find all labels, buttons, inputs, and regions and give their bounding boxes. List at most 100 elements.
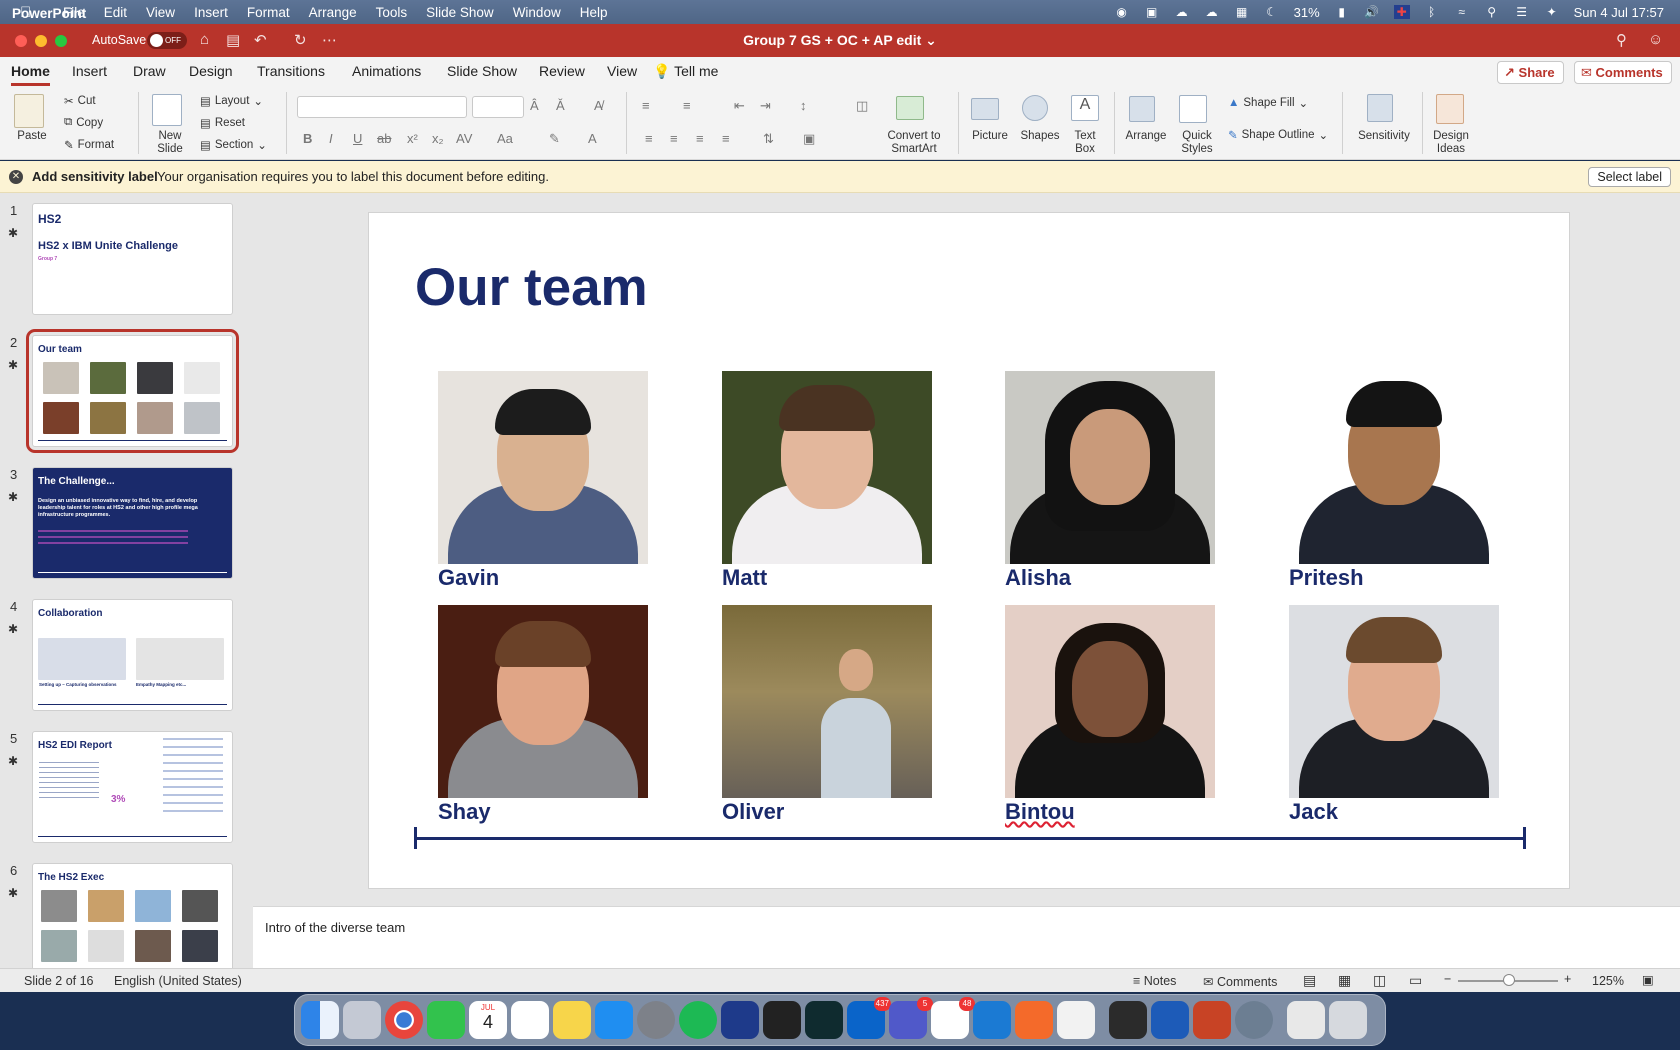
member-name[interactable]: Bintou (1005, 799, 1075, 825)
italic-icon[interactable]: I (329, 131, 333, 146)
slide-thumbnail-5[interactable]: HS2 EDI Report 3% (32, 731, 233, 843)
change-case-icon[interactable]: Aa (497, 131, 513, 146)
volume-icon[interactable]: 🔊 (1364, 5, 1380, 19)
menu-edit[interactable]: Edit (104, 5, 127, 20)
tell-me-button[interactable]: 💡 Tell me (653, 63, 718, 80)
member-name[interactable]: Shay (438, 799, 491, 825)
calendar-icon[interactable]: JUL 4 (469, 1001, 507, 1039)
paste-button[interactable]: Paste (14, 130, 50, 143)
chrome-status-icon[interactable]: ◉ (1114, 5, 1130, 19)
new-slide-icon[interactable] (152, 94, 182, 126)
spotify-icon[interactable] (679, 1001, 717, 1039)
text-box-button[interactable]: Text Box (1065, 130, 1105, 156)
slide-thumbnail-6[interactable]: The HS2 Exec (32, 863, 233, 968)
arrange-button[interactable]: Arrange (1120, 130, 1172, 143)
outlook-icon[interactable]: 437 (847, 997, 891, 1039)
align-right-icon[interactable]: ≡ (696, 131, 704, 146)
highlight-icon[interactable]: ✎ (549, 131, 560, 147)
decrease-indent-icon[interactable]: ⇤ (734, 98, 745, 114)
team-photo-bintou[interactable] (1005, 605, 1215, 798)
format-painter-button[interactable]: ✎ Format (64, 138, 114, 152)
cut-button[interactable]: ✂ Cut (64, 94, 96, 108)
tab-insert[interactable]: Insert (72, 63, 107, 79)
numbering-icon[interactable]: ≡ (683, 98, 691, 113)
team-photo-pritesh[interactable] (1289, 371, 1499, 564)
increase-indent-icon[interactable]: ⇥ (760, 98, 771, 114)
shape-outline-button[interactable]: ✎ Shape Outline ⌄ (1228, 128, 1328, 142)
security-app-icon[interactable] (721, 1001, 759, 1039)
shapes-button[interactable]: Shapes (1016, 130, 1064, 143)
line-spacing-icon[interactable]: ↕ (800, 98, 807, 113)
bullets-icon[interactable]: ≡ (642, 98, 650, 113)
columns-icon[interactable]: ◫ (856, 98, 868, 114)
layout-icon[interactable]: ▦ (1234, 5, 1250, 19)
word-icon[interactable] (1151, 1001, 1189, 1039)
comments-button[interactable]: ✉ Comments (1574, 61, 1672, 84)
zoom-in-icon[interactable]: + (1564, 972, 1571, 986)
team-photo-shay[interactable] (438, 605, 648, 798)
account-icon[interactable]: ☺ (1648, 31, 1663, 48)
battery-icon[interactable]: ▮ (1334, 5, 1350, 19)
slideshow-icon[interactable]: ▭ (1409, 972, 1422, 989)
justify-icon[interactable]: ≡ (722, 131, 730, 146)
text-box-icon[interactable]: A (1071, 95, 1099, 121)
documents-folder-icon[interactable] (1287, 1001, 1325, 1039)
slide-thumbnail-1[interactable]: HS2 HS2 x IBM Unite Challenge Group 7 (32, 203, 233, 315)
slide-thumbnail-4[interactable]: Collaboration Setting up – Capturing obs… (32, 599, 233, 711)
member-name[interactable]: Pritesh (1289, 565, 1364, 591)
screen-record-icon[interactable]: ▣ (1144, 5, 1160, 19)
sensitivity-button[interactable]: Sensitivity (1350, 130, 1418, 143)
tab-slide-show[interactable]: Slide Show (447, 63, 517, 79)
character-spacing-icon[interactable]: AV (456, 131, 472, 146)
share-button[interactable]: ↗ Share (1497, 61, 1564, 84)
team-photo-matt[interactable] (722, 371, 932, 564)
smartart-icon[interactable] (896, 96, 924, 120)
webex-icon[interactable] (763, 1001, 801, 1039)
reading-view-icon[interactable]: ◫ (1373, 972, 1386, 989)
design-ideas-button[interactable]: Design Ideas (1426, 130, 1476, 156)
zoom-out-icon[interactable]: − (1444, 972, 1451, 986)
menu-format[interactable]: Format (247, 5, 290, 20)
control-center-icon[interactable]: ☰ (1514, 5, 1530, 19)
finder-icon[interactable] (301, 1001, 339, 1039)
siri-icon[interactable]: ✦ (1544, 5, 1560, 19)
decrease-font-icon[interactable]: Ǎ (556, 98, 565, 113)
comments-toggle[interactable]: ✉ Comments (1203, 974, 1277, 989)
tab-animations[interactable]: Animations (352, 63, 421, 79)
system-preferences-icon[interactable] (637, 1001, 675, 1039)
fit-to-window-icon[interactable]: ▣ (1642, 972, 1654, 987)
slack-icon[interactable]: 48 (931, 997, 975, 1039)
select-label-button[interactable]: Select label (1588, 167, 1671, 187)
dismiss-infobar-icon[interactable]: ✕ (9, 170, 23, 184)
notes-toggle[interactable]: ≡ Notes (1133, 974, 1176, 988)
uk-flag-icon[interactable]: ✚ (1393, 5, 1410, 19)
team-photo-oliver[interactable] (722, 605, 932, 798)
member-name[interactable]: Gavin (438, 565, 499, 591)
subscript-icon[interactable]: x₂ (432, 131, 444, 146)
align-left-icon[interactable]: ≡ (645, 131, 653, 146)
member-name[interactable]: Matt (722, 565, 767, 591)
align-center-icon[interactable]: ≡ (670, 131, 678, 146)
section-button[interactable]: ▤ Section ⌄ (200, 138, 267, 152)
vscode-icon[interactable] (973, 1001, 1011, 1039)
quick-styles-icon[interactable] (1179, 95, 1207, 123)
convert-smartart-button[interactable]: Convert to SmartArt (882, 130, 946, 156)
member-name[interactable]: Oliver (722, 799, 784, 825)
superscript-icon[interactable]: x² (407, 131, 418, 146)
zoom-slider-thumb[interactable] (1503, 974, 1515, 986)
tab-transitions[interactable]: Transitions (257, 63, 325, 79)
reminders-icon[interactable] (511, 1001, 549, 1039)
menu-view[interactable]: View (146, 5, 175, 20)
team-photo-gavin[interactable] (438, 371, 648, 564)
font-name-combo[interactable] (297, 96, 467, 118)
sublime-text-icon[interactable] (1109, 1001, 1147, 1039)
weather-icon[interactable]: ☁ (1174, 5, 1190, 19)
zoom-level[interactable]: 125% (1592, 974, 1624, 988)
facetime-icon[interactable] (427, 1001, 465, 1039)
night-mode-icon[interactable]: ☾ (1264, 5, 1280, 19)
strikethrough-icon[interactable]: ab (377, 131, 391, 146)
network-app-icon[interactable] (1235, 1001, 1273, 1039)
picture-button[interactable]: Picture (966, 130, 1014, 143)
member-name[interactable]: Alisha (1005, 565, 1071, 591)
teams-icon[interactable]: 5 (889, 997, 933, 1039)
